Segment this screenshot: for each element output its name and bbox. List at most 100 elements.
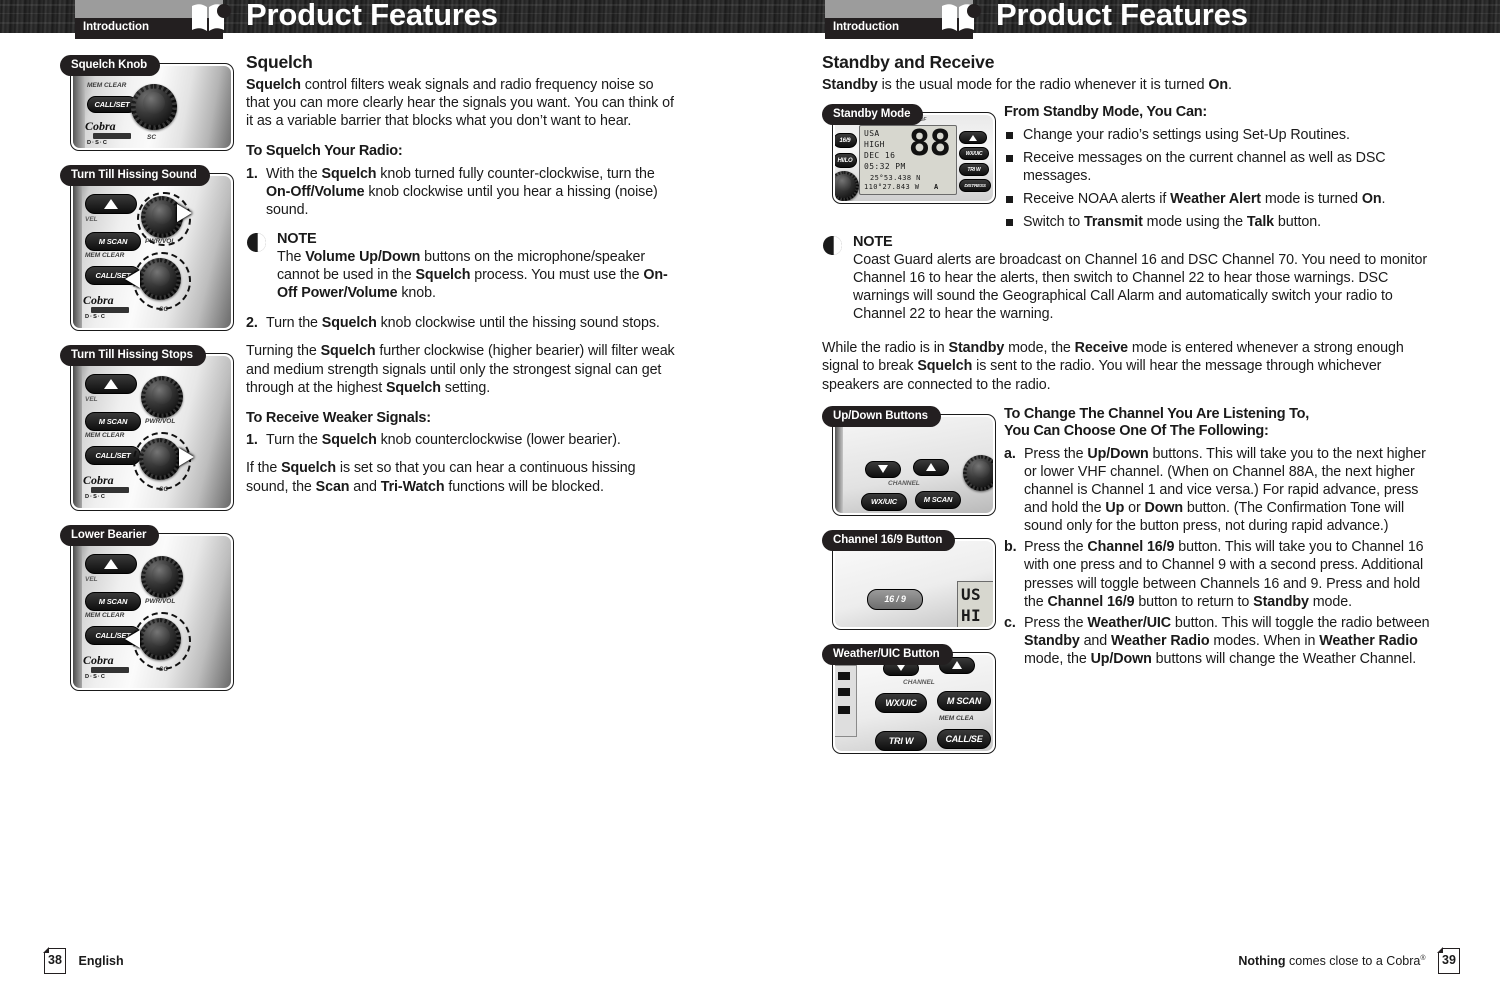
- figure-squelch-knob: CALL/SET MEM CLEAR SC Cobra D·S·C Squelc…: [60, 55, 236, 151]
- rotation-indicator-4: [133, 612, 191, 670]
- bullet-square-icon: [1006, 219, 1013, 227]
- list-text: Turn the Squelch knob counterclockwise (…: [266, 432, 621, 449]
- chapter-tab-label: Introduction: [833, 21, 899, 33]
- list-item: Switch to Transmit mode using the Talk b…: [1004, 213, 1432, 231]
- list-marker: b.: [1004, 539, 1017, 556]
- down-button-updown: [865, 460, 901, 478]
- rotation-arrow-2a: [177, 204, 192, 222]
- list-text: Change your radio’s settings using Set-U…: [1023, 126, 1350, 143]
- squelch-paragraph-3: If the Squelch is set so that you can he…: [246, 460, 636, 495]
- squelch-intro-paragraph: Squelch control filters weak signals and…: [246, 77, 674, 130]
- dsc-label-1: D·S·C: [87, 140, 109, 146]
- mem-clear-label-2: MEM CLEAR: [85, 252, 125, 259]
- page-title-left: Product Features: [246, 0, 498, 32]
- standby-capability-list: Change your radio’s settings using Set-U…: [1004, 126, 1432, 231]
- list-text: Switch to Transmit mode using the Talk b…: [1023, 214, 1321, 231]
- wx-uic-button-wx: WX/UIC: [875, 692, 927, 713]
- list-item: 1. With the Squelch knob turned fully co…: [246, 165, 676, 219]
- squelch-paragraph-2: Turning the Squelch further clockwise (h…: [246, 343, 675, 396]
- squelch-knob-1: [131, 84, 177, 130]
- open-book-icon: [936, 0, 982, 34]
- rotation-arrow-3: [179, 448, 194, 466]
- standby-figure-col: WATERPROOF 16/9 HI/LO USA HIGH DEC 16 05…: [822, 104, 998, 218]
- footer-left: 38 English: [43, 947, 124, 974]
- subheading-from-standby-mode: From Standby Mode, You Can:: [1004, 104, 1207, 121]
- lcd-edge-169: US HI: [957, 580, 993, 627]
- list-marker: a.: [1004, 446, 1016, 462]
- subheading-line-1: To Change The Channel You Are Listening …: [1004, 405, 1310, 422]
- list-marker: 2.: [246, 315, 258, 332]
- figure-callout-4: Lower Bearier: [60, 525, 160, 546]
- list-marker: 1.: [246, 432, 258, 449]
- lcd-us-fragment: US: [961, 584, 982, 604]
- mem-clear-label-4: MEM CLEAR: [85, 612, 125, 619]
- dsc-label-2: D·S·C: [85, 314, 107, 320]
- cobra-logo-1: Cobra: [85, 119, 116, 133]
- cobra-logo-4: Cobra: [83, 653, 114, 667]
- knob-updown: [963, 454, 993, 491]
- lcd-channel-number: 88: [908, 125, 951, 165]
- figure-lower-bearier: VEL M SCAN MEM CLEAR CALL/SET PWR/VOL SC…: [60, 525, 236, 691]
- standby-intro-paragraph: Standby is the usual mode for the radio …: [822, 77, 1232, 93]
- footer-right: Nothing comes close to a Cobra® 39: [1238, 947, 1460, 974]
- subheading-to-squelch-your-radio: To Squelch Your Radio:: [246, 143, 403, 160]
- radio-photo-standby: WATERPROOF 16/9 HI/LO USA HIGH DEC 16 05…: [835, 115, 993, 202]
- footer-language-label: English: [78, 954, 124, 968]
- radio-photo-3: VEL M SCAN MEM CLEAR CALL/SET PWR/VOL SC…: [73, 356, 231, 508]
- chapter-tab-label: Introduction: [83, 21, 149, 33]
- list-item: a. Press the Up/Down buttons. This will …: [1004, 445, 1432, 535]
- list-item: Receive messages on the current channel …: [1004, 149, 1432, 185]
- vel-label-4: VEL: [85, 576, 98, 583]
- figure-weather-uic-button: CHANNEL WX/UIC M SCAN MEM CLEA TRI W CAL…: [822, 643, 998, 754]
- lcd-antenna-flag: A: [934, 183, 939, 192]
- m-scan-button-4: M SCAN: [85, 592, 141, 611]
- note-block-right: NOTE Coast Guard alerts are broadcast on…: [822, 234, 1432, 323]
- footer-tagline: Nothing comes close to a Cobra®: [1238, 954, 1426, 968]
- wx-uic-button-standby: WX/UIC: [959, 147, 989, 161]
- vel-label-2: VEL: [85, 216, 98, 223]
- up-button-updown: [913, 458, 949, 476]
- standby-bullets-col: From Standby Mode, You Can: Change your …: [998, 104, 1432, 231]
- list-item: 1. Turn the Squelch knob counterclockwis…: [246, 431, 676, 449]
- sc-label-2: SC: [159, 306, 169, 313]
- note-title: NOTE: [277, 231, 317, 248]
- change-channel-figure-col: CHANNEL WX/UIC M SCAN Up/Down Buttons 16…: [822, 405, 998, 768]
- lcd-line-usa: USA: [864, 129, 880, 139]
- figure-callout-3: Turn Till Hissing Stops: [60, 345, 206, 366]
- distress-button-standby: DISTRESS: [959, 179, 991, 193]
- radio-photo-169: 16 / 9 US HI: [835, 540, 993, 627]
- radio-photo-1: CALL/SET MEM CLEAR SC Cobra D·S·C: [73, 66, 231, 148]
- subheading-line-2: You Can Choose One Of The Following:: [1004, 423, 1269, 440]
- list-text: Turn the Squelch knob clockwise until th…: [266, 315, 660, 332]
- list-marker: 1.: [246, 165, 258, 182]
- tri-w-button-standby: TRI W: [959, 163, 989, 177]
- list-marker: c.: [1004, 614, 1016, 631]
- hi-lo-button-standby: HI/LO: [835, 153, 857, 169]
- list-text: Receive NOAA alerts if Weather Alert mod…: [1023, 191, 1386, 207]
- squelch-steps-list-1: 1. With the Squelch knob turned fully co…: [246, 165, 676, 219]
- up-button-4: [85, 554, 137, 574]
- lcd-longitude: 110°27.843 W: [864, 183, 920, 192]
- mem-clear-label-3: MEM CLEAR: [85, 432, 125, 439]
- page-number-badge: 39: [1437, 947, 1460, 974]
- page-spread: Introduction Product Features CALL/SET M…: [0, 0, 1500, 996]
- change-channel-row: CHANNEL WX/UIC M SCAN Up/Down Buttons 16…: [822, 405, 1432, 754]
- subheading-to-receive-weaker-signals: To Receive Weaker Signals:: [246, 409, 431, 426]
- m-scan-button-wx: M SCAN: [937, 690, 991, 711]
- channel-16-9-button: 16 / 9: [867, 588, 923, 610]
- lcd-latitude: 25°53.438 N: [870, 174, 921, 183]
- radio-photo-updown: CHANNEL WX/UIC M SCAN: [835, 416, 993, 513]
- dsc-label-3: D·S·C: [85, 494, 107, 500]
- list-text: Press the Weather/UIC button. This will …: [1024, 614, 1430, 667]
- note-icon: [822, 235, 843, 256]
- note-body: Coast Guard alerts are broadcast on Chan…: [853, 252, 1427, 323]
- section-heading-standby-receive: Standby and Receive: [822, 52, 995, 72]
- radio-photo-4: VEL M SCAN MEM CLEAR CALL/SET PWR/VOL SC…: [73, 536, 231, 688]
- left-figure-column: CALL/SET MEM CLEAR SC Cobra D·S·C Squelc…: [60, 55, 236, 705]
- lcd-display: USA HIGH DEC 16 05:32 PM 88 25°53.438 N …: [859, 125, 957, 196]
- standby-mode-row: WATERPROOF 16/9 HI/LO USA HIGH DEC 16 05…: [822, 104, 1432, 230]
- pwr-vol-knob-4: [141, 556, 183, 598]
- bullet-square-icon: [1006, 196, 1013, 203]
- figure-standby-mode: WATERPROOF 16/9 HI/LO USA HIGH DEC 16 05…: [822, 104, 998, 205]
- left-page: Introduction Product Features CALL/SET M…: [0, 0, 750, 996]
